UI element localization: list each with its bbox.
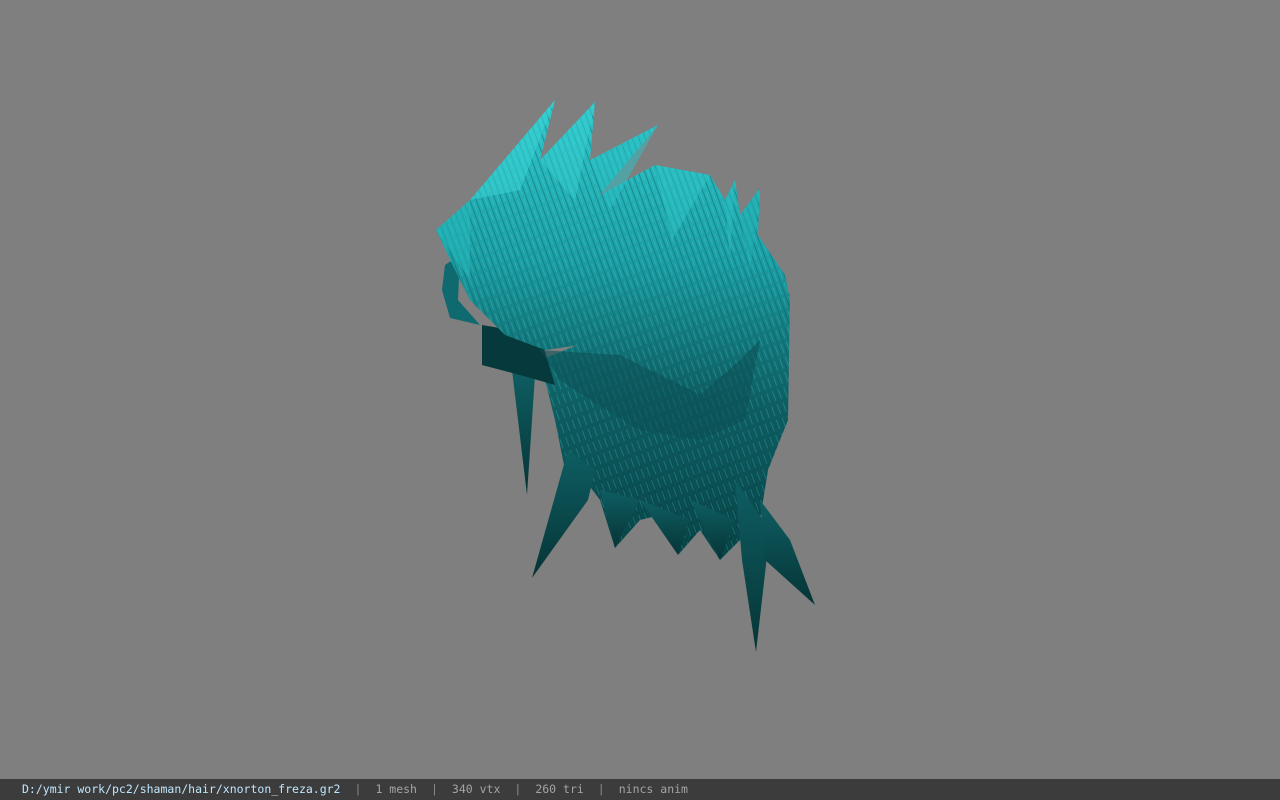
mesh-count: 1 mesh	[375, 782, 417, 796]
animation-status: nincs anim	[618, 782, 688, 796]
file-path: D:/ymir work/pc2/shaman/hair/xnorton_fre…	[22, 782, 341, 796]
vertex-count: 340 vtx	[451, 782, 501, 796]
separator: |	[430, 782, 438, 796]
separator: |	[597, 782, 605, 796]
3d-viewport[interactable]	[0, 0, 1280, 779]
separator: |	[354, 782, 362, 796]
triangle-count: 260 tri	[535, 782, 584, 796]
hair-model-render	[436, 100, 815, 652]
status-bar: D:/ymir work/pc2/shaman/hair/xnorton_fre…	[0, 779, 1280, 800]
separator: |	[514, 782, 522, 796]
